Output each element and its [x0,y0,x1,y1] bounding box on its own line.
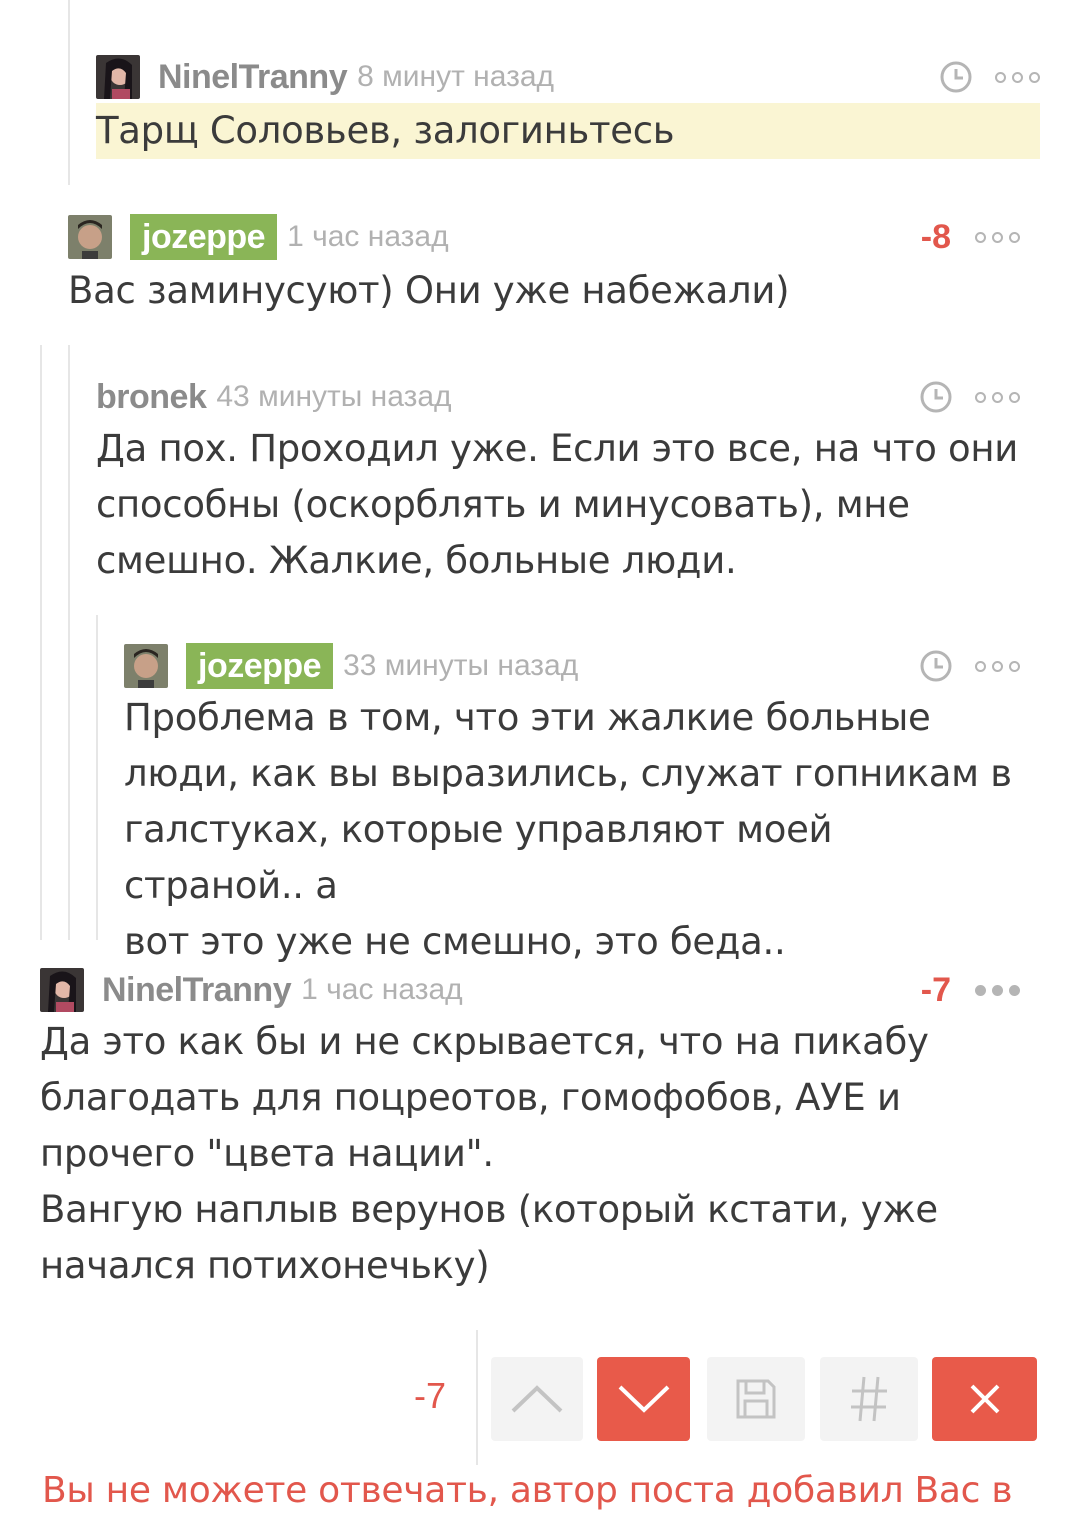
hashtag-icon [851,1376,887,1422]
reply-blocked-notice: Вы не можете отвечать, автор поста добав… [42,1470,1013,1511]
comment: jozeppe 1 час назад -8 Вас заминусуют) О… [68,214,1020,325]
save-button[interactable] [707,1357,805,1441]
upvote-button[interactable] [491,1357,583,1441]
more-options-icon[interactable] [975,391,1020,403]
comment-author[interactable]: NinelTranny [102,971,292,1010]
clock-icon [920,650,952,682]
comment-text: Вас заминусуют) Они уже набежали) [68,269,790,312]
close-icon [970,1384,999,1414]
comment-time: 43 минуты назад [216,380,452,413]
comment-time: 1 час назад [301,973,463,1006]
save-icon [736,1379,776,1419]
clock-icon [940,61,972,93]
comment-time: 8 минут назад [357,60,555,93]
upvote-icon [511,1385,563,1413]
more-options-icon[interactable] [995,71,1040,83]
clock-icon [920,381,952,413]
comment-score: -8 [920,217,951,256]
comment-text: Да пох. Проходил уже. Если это все, на ч… [96,427,1019,582]
comment: jozeppe 33 минуты назад Проблема в том, … [124,643,1020,963]
more-options-icon[interactable] [975,984,1020,996]
comment-author[interactable]: bronek [96,378,207,417]
comment-author[interactable]: jozeppe [130,214,278,260]
more-options-icon[interactable] [975,660,1020,672]
downvote-icon [618,1385,669,1413]
thread-line [68,0,70,185]
comment: NinelTranny 8 минут назад Тарщ Соловьев,… [96,55,1040,160]
comment-author[interactable]: NinelTranny [158,58,348,97]
comment-score: -7 [920,970,951,1009]
close-button[interactable] [932,1357,1037,1441]
thread-line [476,1330,478,1465]
avatar[interactable] [68,215,112,259]
comment-time: 33 минуты назад [343,649,579,682]
comment-time: 1 час назад [287,220,449,253]
thread-line [68,345,70,940]
more-options-icon[interactable] [975,231,1020,243]
comment: bronek 43 минуты назад Да пох. Проходил … [96,375,1020,595]
thread-line [40,345,42,940]
hashtag-button[interactable] [820,1357,918,1441]
comment-text: Тарщ Соловьев, залогиньтесь [96,103,1040,159]
thread-line [96,615,98,940]
avatar[interactable] [96,55,140,99]
comment-text: Проблема в том, что эти жалкие больные л… [124,696,1012,963]
avatar[interactable] [40,968,84,1012]
avatar[interactable] [124,644,168,688]
downvote-button[interactable] [597,1357,690,1441]
comment: NinelTranny 1 час назад -7 Да это как бы… [40,968,1020,1298]
post-score: -7 [413,1375,446,1416]
comment-text: Да это как бы и не скрывается, что на пи… [40,1020,938,1287]
comment-author[interactable]: jozeppe [186,643,334,689]
